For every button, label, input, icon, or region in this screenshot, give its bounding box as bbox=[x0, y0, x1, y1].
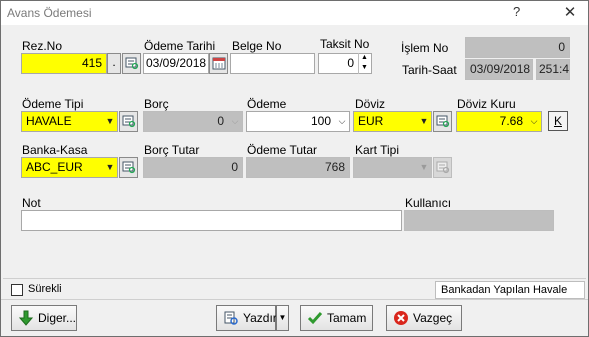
borc-tutar-field: 0 bbox=[143, 157, 243, 178]
odeme-tutar-label: Ödeme Tutar bbox=[247, 143, 318, 157]
list-search-icon bbox=[436, 115, 449, 128]
banka-kasa-list-button[interactable] bbox=[119, 157, 138, 178]
list-search-icon bbox=[125, 57, 138, 70]
odeme-tarihi-label: Ödeme Tarihi bbox=[144, 39, 216, 53]
odeme-tipi-list-button[interactable] bbox=[119, 111, 138, 132]
surekli-checkbox[interactable] bbox=[11, 284, 23, 296]
doviz-list-button[interactable] bbox=[433, 111, 452, 132]
kart-tipi-label: Kart Tipi bbox=[355, 143, 400, 157]
saat-field: 251:4 bbox=[536, 59, 570, 80]
doviz-select[interactable]: EUR ▼ bbox=[353, 111, 432, 132]
chevron-down-icon[interactable]: ▼ bbox=[417, 112, 431, 131]
spin-down-icon[interactable]: ▼ bbox=[359, 63, 370, 73]
status-message: Bankadan Yapılan Havale bbox=[435, 281, 585, 299]
yazdir-button[interactable]: Yazdır bbox=[216, 305, 277, 331]
chevron-down-icon: ▼ bbox=[419, 162, 429, 172]
tamam-label: Tamam bbox=[327, 311, 367, 325]
yazdir-dropdown-button[interactable]: ▼ bbox=[276, 305, 289, 331]
borc-value: 0 bbox=[217, 114, 224, 128]
not-field[interactable] bbox=[21, 210, 402, 231]
title-bar: Avans Ödemesi ? ✕ bbox=[1, 1, 588, 25]
diger-label: Diger... bbox=[38, 311, 77, 325]
borc-field: 0 ⌵ bbox=[143, 111, 243, 132]
chevron-down-icon[interactable]: ▼ bbox=[103, 158, 117, 177]
odeme-field[interactable]: 100 ⌵ bbox=[246, 111, 350, 132]
vazgec-button[interactable]: Vazgeç bbox=[386, 305, 462, 331]
close-button[interactable]: ✕ bbox=[557, 3, 583, 23]
taksit-no-label: Taksit No bbox=[320, 37, 370, 51]
odeme-tipi-label: Ödeme Tipi bbox=[22, 97, 84, 111]
doviz-kuru-value: 7.68 bbox=[499, 114, 523, 128]
not-label: Not bbox=[22, 196, 41, 210]
banka-kasa-value: ABC_EUR bbox=[26, 160, 83, 174]
kart-tipi-select: ▼ bbox=[353, 157, 432, 178]
chevron-down-icon[interactable]: ▼ bbox=[103, 112, 117, 131]
kullanici-label: Kullanıcı bbox=[405, 196, 452, 210]
checkmark-icon bbox=[307, 312, 323, 325]
divider bbox=[1, 299, 588, 300]
calendar-button[interactable] bbox=[209, 53, 228, 74]
rez-no-label: Rez.No bbox=[22, 39, 63, 53]
yazdir-label: Yazdır bbox=[243, 311, 277, 325]
kart-tipi-list-button bbox=[433, 157, 452, 178]
list-search-icon bbox=[436, 161, 449, 174]
tamam-button[interactable]: Tamam bbox=[300, 305, 373, 331]
odeme-label: Ödeme bbox=[247, 97, 287, 111]
spin-up-icon[interactable]: ▲ bbox=[359, 53, 370, 63]
arrow-down-icon bbox=[18, 310, 34, 326]
vazgec-label: Vazgeç bbox=[413, 311, 453, 325]
doviz-kuru-label: Döviz Kuru bbox=[457, 97, 516, 111]
calendar-icon bbox=[212, 57, 225, 70]
list-search-icon bbox=[122, 161, 135, 174]
islem-no-label: İşlem No bbox=[401, 41, 449, 55]
rez-no-field[interactable]: 415 bbox=[21, 53, 107, 74]
tarih-field: 03/09/2018 bbox=[465, 59, 533, 80]
chevron-down-icon: ▼ bbox=[278, 313, 287, 322]
status-bar: Sürekli Bankadan Yapılan Havale bbox=[3, 278, 586, 299]
belge-no-field[interactable] bbox=[230, 53, 315, 74]
tarih-saat-label: Tarih-Saat bbox=[402, 63, 457, 77]
kur-button[interactable]: K bbox=[548, 111, 568, 131]
banka-kasa-label: Banka-Kasa bbox=[22, 143, 88, 157]
taksit-no-spinner[interactable]: ▲ ▼ bbox=[358, 53, 370, 74]
odeme-tarihi-field[interactable]: 03/09/2018 bbox=[143, 53, 209, 74]
print-search-icon bbox=[224, 311, 238, 325]
chevron-down-icon[interactable]: ⌵ bbox=[335, 112, 349, 131]
borc-label: Borç bbox=[144, 97, 169, 111]
islem-no-field: 0 bbox=[465, 37, 570, 58]
odeme-tipi-value: HAVALE bbox=[26, 114, 72, 128]
doviz-label: Döviz bbox=[355, 97, 386, 111]
rez-no-lookup-button[interactable]: . bbox=[107, 53, 121, 74]
cancel-icon bbox=[394, 311, 408, 325]
odeme-tutar-field: 768 bbox=[246, 157, 350, 178]
banka-kasa-select[interactable]: ABC_EUR ▼ bbox=[21, 157, 118, 178]
doviz-kuru-field[interactable]: 7.68 ⌵ bbox=[456, 111, 542, 132]
diger-button[interactable]: Diger... bbox=[11, 305, 77, 331]
chevron-down-icon[interactable]: ⌵ bbox=[527, 112, 541, 131]
chevron-down-icon: ⌵ bbox=[231, 116, 239, 126]
rez-no-list-button[interactable] bbox=[122, 53, 141, 74]
odeme-value: 100 bbox=[310, 114, 331, 128]
doviz-value: EUR bbox=[358, 114, 384, 128]
list-search-icon bbox=[122, 115, 135, 128]
help-button[interactable]: ? bbox=[513, 4, 520, 19]
borc-tutar-label: Borç Tutar bbox=[144, 143, 200, 157]
dialog-window: Avans Ödemesi ? ✕ Rez.No 415 . Ödeme Tar… bbox=[0, 0, 589, 337]
belge-no-label: Belge No bbox=[232, 39, 282, 53]
kullanici-field bbox=[404, 210, 554, 231]
window-title: Avans Ödemesi bbox=[7, 6, 92, 20]
surekli-label[interactable]: Sürekli bbox=[28, 283, 62, 295]
odeme-tipi-select[interactable]: HAVALE ▼ bbox=[21, 111, 118, 132]
